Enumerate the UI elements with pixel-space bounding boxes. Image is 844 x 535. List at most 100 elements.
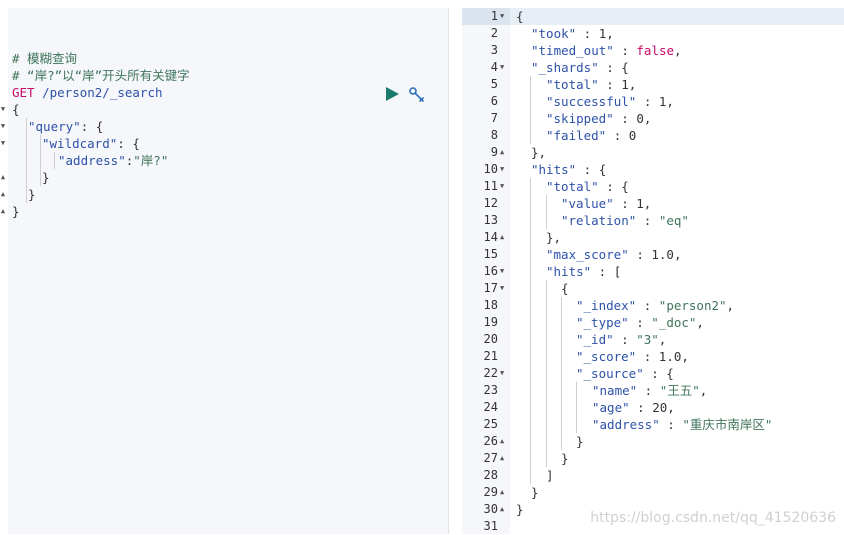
line-number: 19 [483,315,498,329]
fold-toggle-icon[interactable]: ▼ [500,161,510,178]
json-string: "王五" [659,383,700,398]
json-key: "took" [531,26,577,41]
json-number: 1.0 [651,247,674,262]
code-line: { [561,281,569,296]
line-number: 28 [483,468,498,482]
json-key: "hits" [531,162,577,177]
json-key: "hits" [546,264,592,279]
code-line: "timed_out" : false, [531,43,682,58]
fold-toggle-icon[interactable]: ▲ [500,501,510,518]
code-line: { [12,102,20,117]
fold-toggle-icon[interactable]: ▼ [500,59,510,76]
code-line: "wildcard": { [42,135,140,152]
json-key: "_source" [576,366,644,381]
code-line: "took" : 1, [531,26,614,41]
json-number: 1.0 [658,349,682,364]
fold-toggle-icon[interactable]: ▲ [0,169,8,186]
line-number: 23 [483,383,498,397]
code-line: "_index" : "person2", [576,298,735,313]
fold-toggle-icon[interactable]: ▲ [500,433,510,450]
json-string: "_doc" [651,315,697,330]
line-number: 2 [490,26,498,40]
json-key: "address" [592,417,660,432]
fold-toggle-icon[interactable]: ▲ [500,450,510,467]
fold-toggle-icon[interactable]: ▲ [500,484,510,501]
line-number: 17 [483,281,498,295]
run-request-button[interactable] [384,86,400,102]
line-number: 1 [490,9,498,23]
code-line: "age" : 20, [592,400,675,415]
code-line: "skipped" : 0, [546,111,652,126]
line-number: 3 [490,43,498,57]
code-line: } [531,485,539,500]
code-line: "hits" : { [531,162,607,177]
json-string: "3" [636,332,659,347]
fold-toggle-icon[interactable]: ▲ [500,229,510,246]
line-number: 8 [490,128,498,142]
fold-toggle-icon[interactable]: ▼ [500,263,510,280]
json-bool: false [636,43,675,58]
line-number: 29 [483,485,498,499]
request-settings-button[interactable] [408,86,426,104]
line-number: 22 [483,366,498,380]
code-line: "name" : "王五", [592,383,708,398]
watermark: https://blog.csdn.net/qq_41520636 [590,510,836,526]
code-line: } [561,451,569,466]
code-line: "_shards" : { [531,60,629,75]
fold-toggle-icon[interactable]: ▼ [0,135,8,152]
json-key: "name" [592,383,638,398]
panel-resizer[interactable] [449,8,461,534]
fold-toggle-icon[interactable]: ▲ [0,203,8,220]
line-number: 5 [490,77,498,91]
code-line: "total" : 1, [546,77,637,92]
code-line: } [12,204,20,219]
request-line: GET /person2/_search [12,84,163,101]
json-number: 1 [598,26,607,41]
code-line: } [516,502,524,517]
line-number: 26 [483,434,498,448]
fold-toggle-icon[interactable]: ▼ [500,178,510,195]
json-number: 20 [652,400,668,415]
request-editor[interactable]: # 模糊查询 # “岸?”以“岸”开头所有关键字 GET /person2/_s… [1,8,449,534]
json-number: 1 [636,196,644,211]
json-key: "successful" [546,94,637,109]
line-number: 6 [490,94,498,108]
request-path: /person2/_search [34,85,163,100]
code-line: ] [546,468,554,483]
code-line: "successful" : 1, [546,94,674,109]
line-number: 30 [483,502,498,516]
code-line: "failed" : 0 [546,128,637,143]
line-number: 15 [483,247,498,261]
play-icon [386,87,399,101]
json-number: 1 [658,94,667,109]
line-number: 7 [490,111,498,125]
json-key: "_id" [576,332,614,347]
json-string: "岸?" [133,153,169,168]
http-method: GET [12,85,35,100]
json-key: "_type" [576,315,629,330]
response-viewer: 1 2 3 4 5 6 7 8 9 10 11 12 13 14 15 16 17 18 19 20 21 22 23 24 2… [462,8,844,534]
comment-line: # 模糊查询 [12,51,78,66]
fold-toggle-icon[interactable]: ▼ [0,101,8,118]
indent-guide [530,178,531,484]
json-number: 1 [621,77,629,92]
code-line: "_type" : "_doc", [576,315,704,330]
json-key: "_score" [576,349,637,364]
code-line: }, [531,145,547,160]
fold-toggle-icon[interactable]: ▼ [500,280,510,297]
json-number: 0 [636,111,644,126]
line-number: 20 [483,332,498,346]
fold-toggle-icon[interactable]: ▼ [0,118,8,135]
fold-toggle-icon[interactable]: ▼ [500,365,510,382]
active-line-highlight [510,8,844,25]
code-line: }, [546,230,562,245]
fold-toggle-icon[interactable]: ▲ [0,186,8,203]
fold-toggle-icon[interactable]: ▼ [500,8,510,25]
json-key: "timed_out" [531,43,614,58]
json-key: "address" [58,153,126,168]
fold-toggle-icon[interactable]: ▲ [500,144,510,161]
json-punct: : { [117,136,140,151]
json-punct: : { [80,119,104,134]
code-line: } [42,170,50,185]
line-number: 11 [483,179,498,193]
